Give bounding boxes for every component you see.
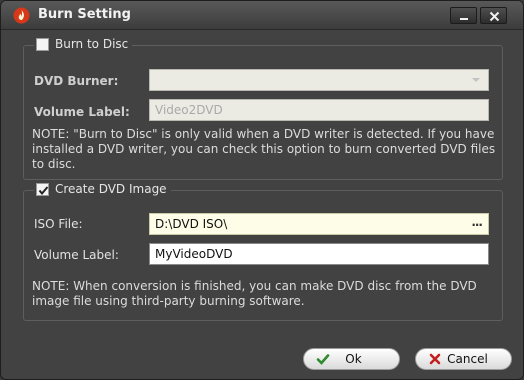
minimize-icon [460, 18, 468, 20]
burn-setting-dialog: Burn Setting Burn to Disc DVD Burner: Vo… [0, 0, 524, 380]
create-dvd-image-checkbox[interactable] [36, 182, 49, 196]
burn-to-disc-checkbox[interactable] [36, 37, 49, 51]
title-bar[interactable]: Burn Setting [1, 1, 523, 30]
minimize-button[interactable] [450, 7, 477, 24]
image-volume-label: Volume Label: [34, 248, 119, 262]
cancel-label: Cancel [447, 352, 488, 366]
iso-file-input[interactable]: D:\DVD ISO\ ... [149, 213, 489, 235]
dvd-burner-label: DVD Burner: [34, 74, 119, 88]
create-dvd-image-legend: Create DVD Image [34, 182, 171, 196]
burn-to-disc-label: Burn to Disc [55, 37, 129, 51]
cancel-button[interactable]: Cancel [415, 348, 512, 370]
burn-volume-input[interactable]: Video2DVD [149, 99, 489, 121]
chevron-down-icon [472, 78, 480, 82]
image-volume-input[interactable]: MyVideoDVD [149, 243, 489, 265]
dvd-burner-select[interactable] [149, 69, 489, 91]
create-dvd-image-label: Create DVD Image [55, 182, 167, 196]
burn-to-disc-legend: Burn to Disc [34, 37, 133, 51]
close-button[interactable] [480, 7, 507, 24]
iso-file-value: D:\DVD ISO\ [155, 217, 228, 231]
browse-button[interactable]: ... [471, 215, 483, 229]
burn-note: NOTE: "Burn to Disc" is only valid when … [32, 127, 496, 171]
close-icon [489, 11, 500, 22]
ok-label: Ok [345, 352, 362, 366]
window-title: Burn Setting [38, 7, 131, 22]
checkmark-icon [38, 185, 49, 195]
flame-icon [13, 7, 30, 24]
image-note: NOTE: When conversion is finished, you c… [32, 279, 477, 308]
ok-button[interactable]: Ok [303, 348, 400, 370]
burn-volume-label: Volume Label: [34, 105, 130, 119]
iso-file-label: ISO File: [34, 217, 83, 231]
